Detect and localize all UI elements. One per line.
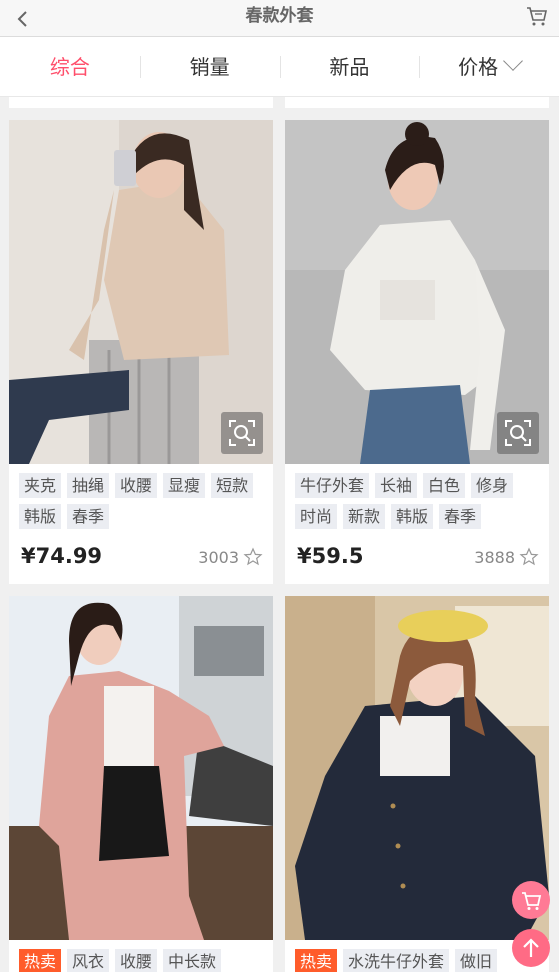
- page-title: 春款外套: [245, 6, 314, 26]
- star-icon[interactable]: [243, 547, 263, 567]
- zoom-button[interactable]: [221, 412, 263, 454]
- product-card[interactable]: 夹克 抽绳 收腰 显瘦 短款 韩版 春季 ¥74.99 3003: [9, 120, 273, 584]
- sales-count: 3003: [198, 547, 263, 567]
- cart-icon: [522, 892, 542, 910]
- tag-list: 热卖 风衣 收腰 中长款 气质: [19, 949, 267, 972]
- cart-button[interactable]: [525, 4, 549, 28]
- tag: 水洗牛仔外套: [343, 949, 450, 972]
- previous-card-edge: [285, 97, 549, 108]
- sales-count: 3888: [474, 547, 539, 567]
- tag: 韩版: [391, 504, 434, 529]
- tag: 春季: [67, 504, 110, 529]
- product-image[interactable]: [9, 596, 273, 940]
- tag: 显瘦: [163, 473, 206, 498]
- product-card[interactable]: 热卖 水洗牛仔外套 做旧: [285, 596, 549, 972]
- sales-number: 3003: [198, 547, 239, 567]
- tag: 收腰: [115, 949, 158, 972]
- tag: 韩版: [19, 504, 62, 529]
- zoom-button[interactable]: [497, 412, 539, 454]
- tag: 短款: [211, 473, 254, 498]
- tag: 中长款: [163, 949, 222, 972]
- tag: 风衣: [67, 949, 110, 972]
- tag: 春季: [439, 504, 482, 529]
- tag: 时尚: [295, 504, 338, 529]
- product-card[interactable]: 牛仔外套 长袖 白色 修身 时尚 新款 韩版 春季 ¥59.5 3888: [285, 120, 549, 584]
- star-icon[interactable]: [519, 547, 539, 567]
- tag: 收腰: [115, 473, 158, 498]
- tag: 修身: [471, 473, 514, 498]
- top-bar: 春款外套: [0, 0, 559, 37]
- tab-label: 销量: [189, 55, 230, 79]
- back-to-top-button[interactable]: [512, 929, 550, 967]
- floating-cart-button[interactable]: [512, 881, 550, 919]
- tag: 做旧: [455, 949, 498, 972]
- tag-list: 牛仔外套 长袖 白色 修身 时尚 新款 韩版 春季: [295, 473, 543, 535]
- chevron-down-icon: [503, 51, 524, 71]
- cart-icon: [527, 7, 547, 26]
- sort-tabs: 综合 销量 新品 价格: [0, 37, 559, 97]
- tag: 新款: [343, 504, 386, 529]
- product-image[interactable]: [9, 120, 273, 464]
- arrow-up-icon: [523, 938, 539, 957]
- tab-comprehensive[interactable]: 综合: [0, 37, 140, 96]
- sales-number: 3888: [474, 547, 515, 567]
- app-root: 春款外套 综合 销量 新品 价格 夹克 抽绳 收腰 显瘦 短款 韩版 春季 ¥7…: [0, 0, 559, 972]
- tag: 牛仔外套: [295, 473, 370, 498]
- tag: 抽绳: [67, 473, 110, 498]
- tab-price[interactable]: 价格: [419, 37, 559, 96]
- tag-list: 热卖 水洗牛仔外套 做旧: [295, 949, 543, 972]
- tab-label: 价格: [458, 55, 499, 79]
- zoom-icon: [505, 420, 531, 446]
- tag-list: 夹克 抽绳 收腰 显瘦 短款 韩版 春季: [19, 473, 267, 535]
- tab-label: 新品: [329, 55, 370, 79]
- product-price: ¥59.5: [297, 544, 364, 568]
- hot-tag: 热卖: [295, 949, 338, 972]
- tab-sales[interactable]: 销量: [139, 37, 280, 96]
- previous-card-edge: [9, 97, 273, 108]
- zoom-icon: [229, 420, 255, 446]
- tag: 白色: [423, 473, 466, 498]
- product-image[interactable]: [285, 120, 549, 464]
- product-image[interactable]: [285, 596, 549, 940]
- product-price: ¥74.99: [21, 544, 103, 568]
- hot-tag: 热卖: [19, 949, 62, 972]
- tag: 长袖: [375, 473, 418, 498]
- tag: 夹克: [19, 473, 62, 498]
- tab-label: 综合: [49, 55, 90, 79]
- product-card[interactable]: 热卖 风衣 收腰 中长款 气质: [9, 596, 273, 972]
- tab-new[interactable]: 新品: [279, 37, 420, 96]
